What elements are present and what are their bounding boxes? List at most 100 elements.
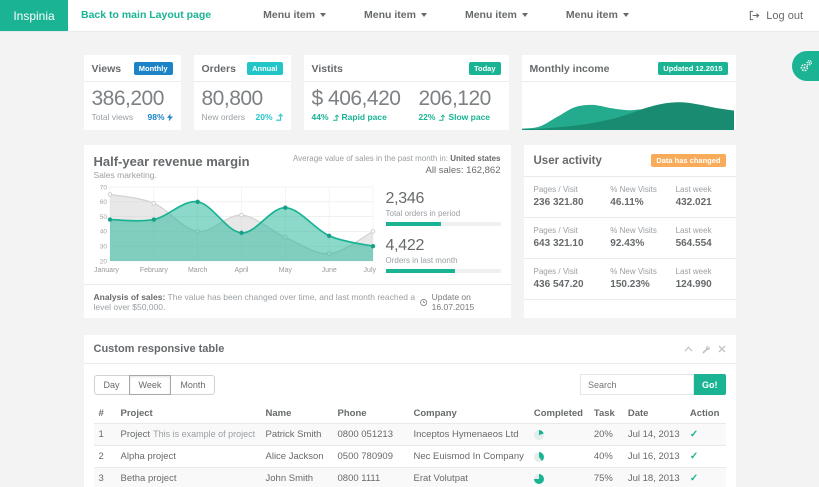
- income-badge: Updated 12.2015: [658, 62, 727, 75]
- cell-company: Inceptos Hymenaeos Ltd: [409, 424, 529, 446]
- user-activity-cell: % New Visits150.23%: [610, 267, 675, 290]
- filter-button-day[interactable]: Day: [94, 375, 130, 395]
- user-activity-cell: % New Visits92.43%: [610, 226, 675, 249]
- progress-track: [386, 269, 501, 273]
- user-activity-cell: Last week124.990: [676, 267, 726, 290]
- column-header: #: [94, 404, 116, 424]
- back-to-layout-link[interactable]: Back to main Layout page: [68, 0, 225, 31]
- revenue-stat: 2,346 Total orders in period: [386, 190, 501, 226]
- cell-action: ✓: [685, 424, 726, 446]
- main-menu: Menu item Menu item Menu item Menu item: [225, 0, 629, 31]
- page-content: Views Monthly 386,200 Total views 98% Or…: [84, 55, 736, 487]
- analysis-note: Analysis of sales: The value has been ch…: [94, 292, 421, 312]
- table-row: 1ProjectThis is example of projectPatric…: [94, 424, 726, 446]
- stat-value: 4,422: [386, 237, 501, 255]
- gears-icon: [799, 59, 813, 73]
- chevron-down-icon: [320, 13, 326, 17]
- menu-item[interactable]: Menu item: [566, 0, 629, 31]
- menu-item[interactable]: Menu item: [364, 0, 427, 31]
- svg-text:July: July: [363, 267, 375, 274]
- user-activity-cell: Pages / Visit436 547.20: [534, 267, 611, 290]
- orders-value: 80,800: [202, 87, 283, 111]
- visits-badge: Today: [469, 62, 501, 75]
- check-icon[interactable]: ✓: [690, 429, 698, 440]
- progress-bar: [386, 222, 441, 226]
- cell-action: ✓: [685, 468, 726, 487]
- sign-out-icon: [749, 10, 760, 21]
- column-header: Date: [623, 404, 685, 424]
- svg-text:20: 20: [99, 258, 107, 265]
- cell-number: 2: [94, 446, 116, 468]
- cell-project: Betha project: [116, 468, 261, 487]
- level-up-icon: [275, 113, 283, 121]
- clock-icon: [420, 298, 427, 307]
- chevron-down-icon: [623, 13, 629, 17]
- svg-text:May: May: [278, 267, 292, 274]
- collapse-icon[interactable]: [684, 345, 693, 353]
- completion-pie-icon: [534, 474, 544, 484]
- user-activity-panel: User activity Data has changed Pages / V…: [524, 145, 736, 318]
- user-activity-title: User activity: [534, 155, 602, 167]
- completion-pie-icon: [534, 430, 544, 440]
- close-icon[interactable]: [718, 345, 726, 353]
- custom-table-panel: Custom responsive table DayWeekMonth: [84, 335, 736, 487]
- cell-completed: [529, 468, 589, 487]
- views-card: Views Monthly 386,200 Total views 98%: [84, 55, 181, 130]
- column-header: Company: [409, 404, 529, 424]
- orders-card: Orders Annual 80,800 New orders 20%: [194, 55, 291, 130]
- table-row: 2Alpha projectAlice Jackson0500 780909Ne…: [94, 446, 726, 468]
- search-go-button[interactable]: Go!: [694, 374, 726, 395]
- menu-item[interactable]: Menu item: [263, 0, 326, 31]
- orders-card-title: Orders: [202, 63, 236, 75]
- visits-stat-right: 206,120 22% Slow pace: [418, 87, 490, 122]
- chevron-down-icon: [522, 13, 528, 17]
- chevron-down-icon: [421, 13, 427, 17]
- svg-text:60: 60: [99, 199, 107, 206]
- orders-percent: 20%: [255, 112, 282, 122]
- cell-phone: 0800 1111: [333, 468, 409, 487]
- revenue-panel: Half-year revenue margin Sales marketing…: [84, 145, 511, 318]
- bolt-icon: [167, 113, 173, 122]
- search-input[interactable]: [580, 374, 694, 395]
- revenue-stat: 4,422 Orders in last month: [386, 237, 501, 273]
- svg-text:February: February: [139, 267, 168, 274]
- user-activity-row: Pages / Visit236 321.80% New Visits46.11…: [524, 177, 736, 218]
- views-value: 386,200: [92, 87, 173, 111]
- cell-phone: 0800 051213: [333, 424, 409, 446]
- filter-button-month[interactable]: Month: [170, 375, 215, 395]
- cell-date: Jul 18, 2013: [623, 468, 685, 487]
- wrench-icon[interactable]: [701, 345, 710, 354]
- logout-label: Log out: [766, 10, 803, 22]
- column-header: Phone: [333, 404, 409, 424]
- menu-item[interactable]: Menu item: [465, 0, 528, 31]
- brand-logo[interactable]: Inspinia: [0, 0, 68, 31]
- views-percent: 98%: [147, 112, 172, 122]
- user-activity-cell: Last week432.021: [676, 185, 726, 208]
- top-navbar: Inspinia Back to main Layout page Menu i…: [0, 0, 819, 32]
- cell-name: Alice Jackson: [261, 446, 333, 468]
- stat-label: Total orders in period: [386, 209, 501, 218]
- svg-text:June: June: [321, 267, 336, 274]
- cell-project: ProjectThis is example of project: [116, 424, 261, 446]
- svg-text:March: March: [187, 267, 207, 274]
- cell-project: Alpha project: [116, 446, 261, 468]
- user-activity-cell: % New Visits46.11%: [610, 185, 675, 208]
- cell-date: Jul 16, 2013: [623, 446, 685, 468]
- table-panel-title: Custom responsive table: [94, 343, 225, 355]
- progress-bar: [386, 269, 455, 273]
- stat-value: 2,346: [386, 190, 501, 208]
- filter-button-week[interactable]: Week: [129, 375, 172, 395]
- income-area-chart: [522, 82, 734, 130]
- revenue-panel-title: Half-year revenue margin: [94, 154, 250, 169]
- check-icon[interactable]: ✓: [690, 451, 698, 462]
- theme-settings-button[interactable]: [792, 51, 819, 81]
- logout-button[interactable]: Log out: [749, 0, 819, 31]
- check-icon[interactable]: ✓: [690, 473, 698, 484]
- cell-task: 20%: [589, 424, 623, 446]
- income-card-title: Monthly income: [530, 63, 610, 75]
- stat-cards-row: Views Monthly 386,200 Total views 98% Or…: [84, 55, 736, 130]
- cell-company: Erat Volutpat: [409, 468, 529, 487]
- cell-number: 1: [94, 424, 116, 446]
- cell-name: John Smith: [261, 468, 333, 487]
- user-activity-row: Pages / Visit643 321.10% New Visits92.43…: [524, 218, 736, 259]
